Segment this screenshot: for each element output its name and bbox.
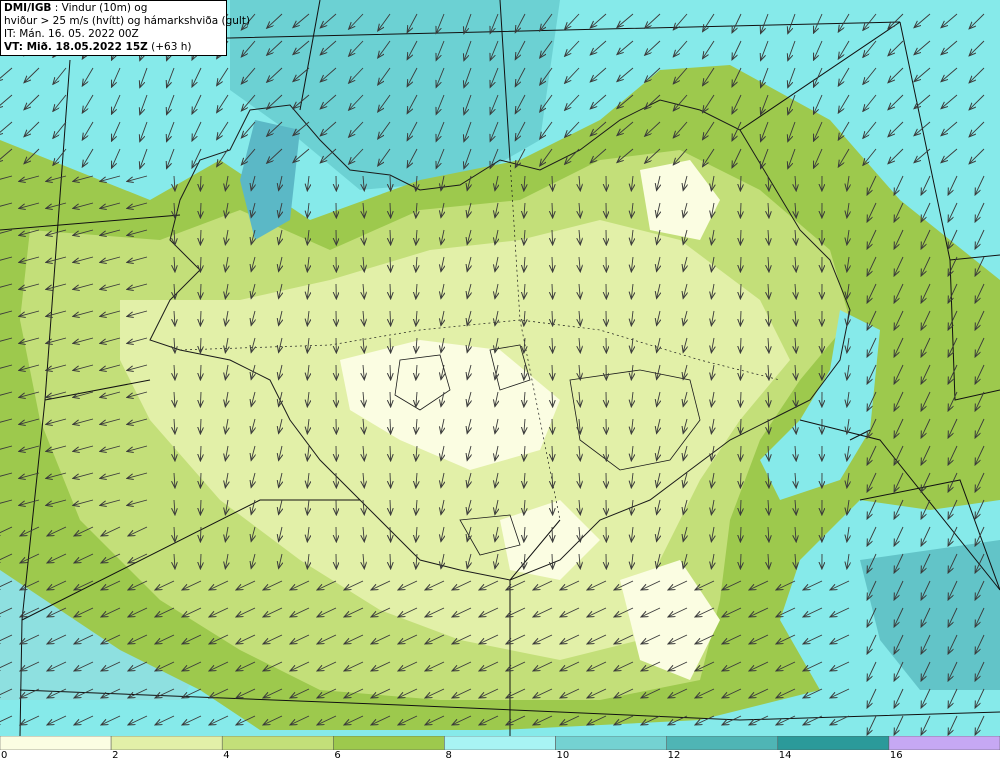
wind-arrow-icon [390, 310, 391, 325]
wind-arrow-icon [552, 499, 553, 514]
wind-arrow-icon [200, 337, 201, 352]
product-label: : Vindur (10m) og [51, 2, 148, 14]
wind-arrow-icon [200, 364, 201, 379]
wind-arrow-icon [740, 526, 741, 541]
wind-arrow-icon [740, 391, 741, 406]
legend-tick-label: 14 [778, 750, 792, 761]
wind-arrow-icon [552, 229, 553, 244]
legend-swatch [221, 736, 334, 750]
wind-arrow-icon [390, 526, 391, 541]
forecast-map: DMI/IGB : Vindur (10m) og hviður > 25 m/… [0, 0, 1000, 736]
wind-arrow-icon [200, 472, 201, 487]
wind-arrow-icon [552, 445, 553, 460]
source-label: DMI/IGB [4, 2, 52, 14]
legend-swatch [110, 736, 223, 750]
wind-arrow-icon [740, 418, 741, 433]
lead-time-label: (+63 h) [147, 41, 192, 53]
wind-arrow-icon [740, 202, 741, 217]
wind-arrow-icon [552, 256, 553, 271]
wind-arrow-icon [552, 202, 553, 217]
wind-arrow-icon [552, 418, 553, 433]
wind-arrow-icon [552, 391, 553, 406]
legend-tick-label: 12 [667, 750, 681, 761]
wind-arrow-icon [552, 337, 553, 352]
wind-arrow-icon [740, 337, 741, 352]
wind-arrow-icon [740, 472, 741, 487]
wind-arrow-icon [200, 418, 201, 433]
legend-swatch [333, 736, 445, 750]
wind-arrow-icon [552, 526, 553, 541]
wind-arrow-icon [740, 229, 741, 244]
legend-swatch [888, 736, 1000, 750]
info-line-3: IT: Mán. 16. 05. 2022 00Z [4, 28, 139, 40]
info-line-2: hviður > 25 m/s (hvítt) og hámarkshviða … [4, 15, 251, 27]
legend-colorbar: 0 2 4 6 8 10 12 14 16 [0, 736, 1000, 764]
wind-arrow-icon [740, 445, 741, 460]
wind-arrow-icon [390, 499, 391, 514]
wind-arrow-icon [200, 499, 201, 514]
wind-arrow-icon [390, 175, 391, 190]
legend-swatch [777, 736, 890, 750]
wind-arrow-icon [200, 553, 201, 568]
legend-tick-label: 2 [112, 750, 119, 761]
legend-swatch [0, 736, 112, 750]
legend-tick-label: 4 [223, 750, 230, 761]
wind-arrow-icon [552, 553, 553, 568]
wind-arrow-icon [200, 256, 201, 271]
wind-arrow-icon [390, 229, 391, 244]
wind-arrow-icon [740, 283, 741, 298]
wind-arrow-icon [390, 283, 391, 298]
wind-arrow-icon [740, 310, 741, 325]
wind-arrow-icon [200, 229, 201, 244]
legend-swatch [666, 736, 779, 750]
wind-arrow-icon [552, 310, 553, 325]
wind-field-map [0, 0, 1000, 736]
legend-swatch [444, 736, 556, 750]
info-line-1: DMI/IGB : Vindur (10m) og [4, 2, 223, 15]
wind-arrow-icon [740, 499, 741, 514]
wind-arrow-icon [200, 445, 201, 460]
wind-arrow-icon [390, 256, 391, 271]
wind-arrow-icon [390, 202, 391, 217]
valid-time-label: VT: Mið. 18.05.2022 15Z [4, 41, 148, 53]
wind-arrow-icon [200, 175, 201, 190]
wind-arrow-icon [200, 283, 201, 298]
info-line-4: VT: Mið. 18.05.2022 15Z (+63 h) [4, 41, 223, 54]
wind-arrow-icon [390, 445, 391, 460]
wind-arrow-icon [200, 310, 201, 325]
legend-tick-label: 0 [1, 750, 8, 761]
legend-tick-label: 8 [445, 750, 452, 761]
legend-tick-label: 10 [556, 750, 570, 761]
legend-swatches [0, 736, 1000, 750]
legend-tick-label: 16 [889, 750, 903, 761]
wind-arrow-icon [390, 553, 391, 568]
wind-arrow-icon [390, 472, 391, 487]
wind-arrow-icon [740, 175, 741, 190]
wind-arrow-icon [390, 337, 391, 352]
wind-arrow-icon [740, 364, 741, 379]
wind-arrow-icon [552, 175, 553, 190]
wind-arrow-icon [552, 283, 553, 298]
wind-arrow-icon [390, 391, 391, 406]
wind-arrow-icon [200, 202, 201, 217]
wind-arrow-icon [552, 364, 553, 379]
wind-arrow-icon [200, 526, 201, 541]
legend-tick-label: 6 [334, 750, 341, 761]
wind-arrow-icon [390, 418, 391, 433]
info-box: DMI/IGB : Vindur (10m) og hviður > 25 m/… [0, 0, 251, 56]
wind-arrow-icon [552, 472, 553, 487]
legend-swatch [555, 736, 667, 750]
wind-arrow-icon [740, 553, 741, 568]
wind-arrow-icon [390, 364, 391, 379]
wind-arrow-icon [740, 256, 741, 271]
wind-arrow-icon [200, 391, 201, 406]
